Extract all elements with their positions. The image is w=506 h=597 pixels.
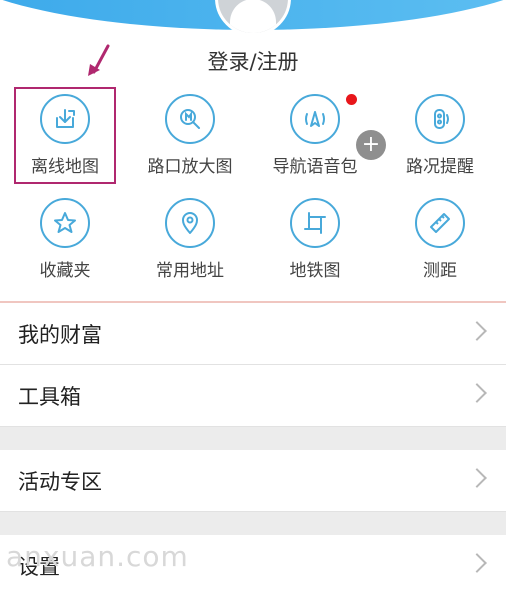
shortcut-label: 常用地址 xyxy=(156,261,224,281)
menu-item-label: 活动专区 xyxy=(18,470,102,494)
login-register-link[interactable]: 登录/注册 xyxy=(0,46,506,76)
traffic-alert-icon xyxy=(415,94,465,144)
shortcut-junction-zoom[interactable]: 路口放大图 xyxy=(127,88,253,184)
shortcut-label: 导航语音包 xyxy=(272,157,358,177)
shortcut-subway-map[interactable]: 地铁图 xyxy=(252,192,378,288)
star-icon xyxy=(40,198,90,248)
voice-nav-icon xyxy=(290,94,340,144)
menu-item-my-wealth[interactable]: 我的财富 xyxy=(0,303,506,365)
shortcut-label: 路口放大图 xyxy=(147,157,233,177)
shortcut-traffic-alert[interactable]: 路况提醒 xyxy=(377,88,503,184)
section-gap xyxy=(0,427,506,450)
zoom-icon xyxy=(165,94,215,144)
annotation-arrow-icon xyxy=(88,44,110,76)
shortcut-label: 路况提醒 xyxy=(406,157,474,177)
shortcut-favorites[interactable]: 收藏夹 xyxy=(2,192,128,288)
add-plus-icon[interactable]: + xyxy=(356,130,386,160)
shortcut-common-addresses[interactable]: 常用地址 xyxy=(127,192,253,288)
highlight-box xyxy=(14,87,116,184)
chevron-right-icon xyxy=(467,321,487,341)
new-badge xyxy=(346,94,357,105)
shortcut-label: 收藏夹 xyxy=(39,261,91,281)
section-gap xyxy=(0,512,506,535)
ruler-icon xyxy=(415,198,465,248)
watermark: anxuan.com xyxy=(6,540,189,573)
shortcut-measure-distance[interactable]: 测距 xyxy=(377,192,503,288)
chevron-right-icon xyxy=(467,383,487,403)
menu-item-label: 工具箱 xyxy=(18,385,81,409)
menu-item-toolbox[interactable]: 工具箱 xyxy=(0,365,506,427)
menu-item-activities[interactable]: 活动专区 xyxy=(0,450,506,512)
location-pin-icon xyxy=(165,198,215,248)
subway-map-icon xyxy=(290,198,340,248)
chevron-right-icon xyxy=(467,553,487,573)
menu-item-label: 我的财富 xyxy=(18,323,102,347)
chevron-right-icon xyxy=(467,468,487,488)
shortcut-label: 地铁图 xyxy=(289,261,341,281)
shortcut-label: 测距 xyxy=(423,261,457,281)
